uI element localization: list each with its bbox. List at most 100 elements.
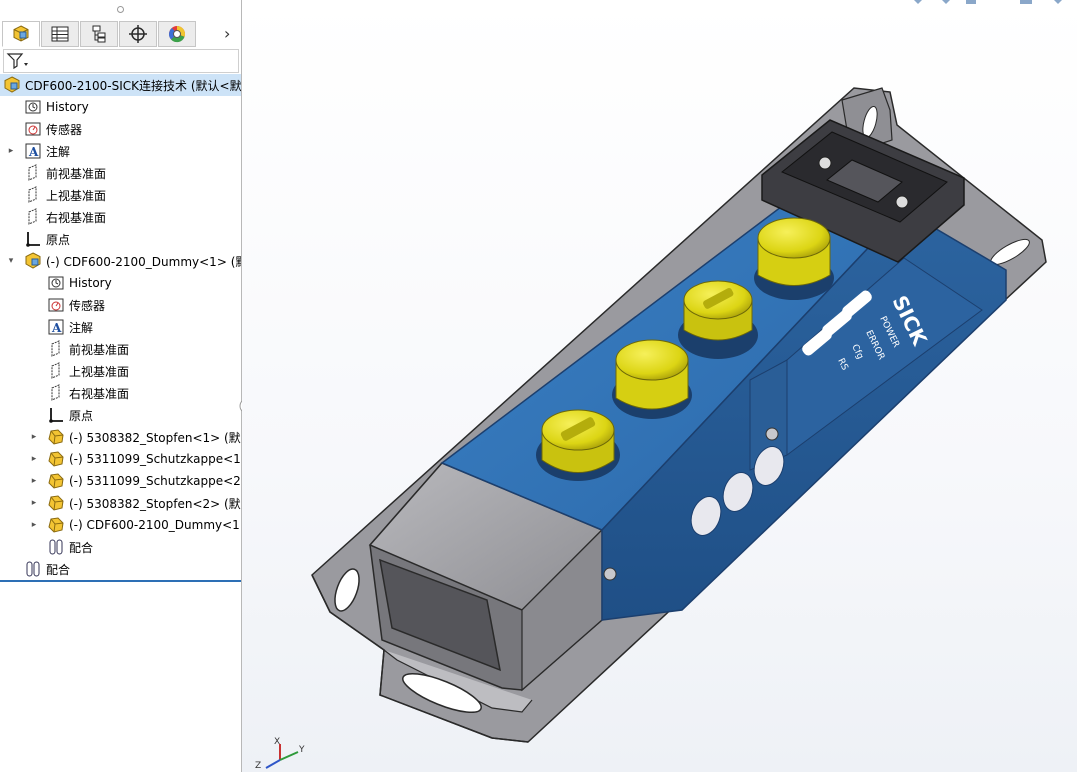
tree-item-label: (-) CDF600-2100_Dummy<1> xyxy=(69,518,241,532)
part-icon xyxy=(47,494,65,512)
annotation-icon: A xyxy=(47,318,65,336)
tree-item[interactable]: 传感器 xyxy=(0,118,241,140)
tree-item[interactable]: History xyxy=(0,272,241,294)
tree-item-label: (-) CDF600-2100_Dummy<1> (默认 xyxy=(46,254,241,269)
tree-item-label: History xyxy=(69,276,112,290)
tree-item[interactable]: ▸ A 注解 xyxy=(0,140,241,162)
tree-item[interactable]: ▸ (-) 5308382_Stopfen<1> (默认 xyxy=(0,426,241,448)
tree-item-label: (-) 5311099_Schutzkappe<2> xyxy=(69,474,241,488)
tree-item-label: 传感器 xyxy=(46,122,83,137)
mate-icon xyxy=(24,560,42,578)
filter-funnel-icon[interactable] xyxy=(6,51,30,71)
tree-item[interactable]: ▸ (-) 5308382_Stopfen<2> (默认 xyxy=(0,492,241,514)
tree-filter-bar[interactable] xyxy=(3,49,239,73)
tree-item[interactable]: 原点 xyxy=(0,228,241,250)
tree-item-label: 注解 xyxy=(46,144,71,159)
triad-x-label: X xyxy=(274,737,280,747)
part-icon xyxy=(47,516,65,534)
plane-icon xyxy=(24,186,42,204)
property-list-icon xyxy=(51,26,69,42)
tree-item-label: 原点 xyxy=(69,408,94,423)
tree-item-label: 上视基准面 xyxy=(46,188,107,203)
tree-item-label: 传感器 xyxy=(69,298,106,313)
part-icon xyxy=(47,428,65,446)
tree-item[interactable]: History xyxy=(0,96,241,118)
plane-icon xyxy=(47,362,65,380)
annotation-icon: A xyxy=(24,142,42,160)
plane-icon xyxy=(24,164,42,182)
history-icon xyxy=(47,274,65,292)
tree-root-assembly[interactable]: CDF600-2100-SICK连接技术 (默认<默 xyxy=(0,74,241,96)
display-manager-tab[interactable] xyxy=(158,21,196,47)
tree-item[interactable]: 传感器 xyxy=(0,294,241,316)
tree-item-label: 前视基准面 xyxy=(69,342,130,357)
expand-arrow-icon[interactable]: ▸ xyxy=(29,454,39,464)
expand-arrow-icon[interactable]: ▸ xyxy=(6,146,16,156)
tree-item[interactable]: ▸ (-) 5311099_Schutzkappe<1> xyxy=(0,448,241,470)
configuration-manager-tab[interactable] xyxy=(80,21,118,47)
tree-item[interactable]: ▸ (-) CDF600-2100_Dummy<1> xyxy=(0,514,241,536)
expand-arrow-icon[interactable]: ▸ xyxy=(29,432,39,442)
origin-icon xyxy=(47,406,65,424)
tree-item-label: 原点 xyxy=(46,232,71,247)
feature-manager-tab[interactable] xyxy=(2,21,40,47)
sensor-icon xyxy=(24,120,42,138)
part-icon xyxy=(47,450,65,468)
tree-item[interactable]: 上视基准面 xyxy=(0,360,241,382)
coordinate-triad: X Y Z xyxy=(255,737,305,771)
expand-arrow-icon[interactable]: ▸ xyxy=(29,476,39,486)
tree-item-label: 配合 xyxy=(46,562,71,577)
tree-item-label: 注解 xyxy=(69,320,94,335)
history-icon xyxy=(24,98,42,116)
tree-item-label: (-) 5311099_Schutzkappe<1> xyxy=(69,452,241,466)
tree-item-label: (-) 5308382_Stopfen<2> (默认 xyxy=(69,496,241,511)
crosshair-icon xyxy=(129,25,147,43)
plane-icon xyxy=(47,340,65,358)
tree-item[interactable]: 原点 xyxy=(0,404,241,426)
tree-item[interactable]: 上视基准面 xyxy=(0,184,241,206)
assembly-cube-icon xyxy=(13,25,29,42)
tree-item-label: History xyxy=(46,100,89,114)
part-icon xyxy=(47,472,65,490)
tree-item[interactable]: 右视基准面 xyxy=(0,382,241,404)
mate-icon xyxy=(47,538,65,556)
tree-item-label: CDF600-2100-SICK连接技术 (默认<默 xyxy=(25,78,241,93)
subassembly-icon xyxy=(3,76,21,94)
color-wheel-icon xyxy=(169,25,186,43)
manager-tabs: › xyxy=(0,20,241,48)
triad-y-label: Y xyxy=(298,745,305,755)
tree-item[interactable]: 配合 xyxy=(0,558,241,580)
tree-item-label: 上视基准面 xyxy=(69,364,130,379)
dimxpert-manager-tab[interactable] xyxy=(119,21,157,47)
tree-item[interactable]: A 注解 xyxy=(0,316,241,338)
tree-item[interactable]: 前视基准面 xyxy=(0,338,241,360)
tree-item-label: 配合 xyxy=(69,540,94,555)
panel-grip[interactable] xyxy=(0,0,241,18)
configuration-icon xyxy=(92,25,106,43)
cad-model-view[interactable]: POWER ERROR Cfg RS SICK X Y Z xyxy=(242,0,1077,772)
heads-up-toolbar[interactable] xyxy=(914,0,1062,4)
tree-bottom-divider xyxy=(0,580,241,582)
tree-item[interactable]: 右视基准面 xyxy=(0,206,241,228)
graphics-area[interactable]: POWER ERROR Cfg RS SICK X Y Z xyxy=(242,0,1077,772)
subassembly-icon xyxy=(24,252,42,270)
plane-icon xyxy=(47,384,65,402)
expand-arrow-icon[interactable]: ▸ xyxy=(29,498,39,508)
tree-item-label: 右视基准面 xyxy=(69,386,130,401)
collapse-arrow-icon[interactable]: ▾ xyxy=(6,256,16,266)
property-manager-tab[interactable] xyxy=(41,21,79,47)
tree-item-label: (-) 5308382_Stopfen<1> (默认 xyxy=(69,430,241,445)
tree-item[interactable]: 前视基准面 xyxy=(0,162,241,184)
tree-item[interactable]: ▸ (-) 5311099_Schutzkappe<2> xyxy=(0,470,241,492)
grip-dot[interactable] xyxy=(117,6,124,13)
tree-item[interactable]: 配合 xyxy=(0,536,241,558)
tree-item-label: 前视基准面 xyxy=(46,166,107,181)
feature-manager-panel: › CDF600-2100-SICK连接技术 (默认<默 History 传感器 ▸ A… xyxy=(0,0,242,772)
expand-arrow-icon[interactable]: ▸ xyxy=(29,520,39,530)
tree-item[interactable]: ▾ (-) CDF600-2100_Dummy<1> (默认 xyxy=(0,250,241,272)
sensor-icon xyxy=(47,296,65,314)
tabs-more-chevron[interactable]: › xyxy=(224,24,240,44)
origin-icon xyxy=(24,230,42,248)
svg-text:A: A xyxy=(28,145,39,159)
plane-icon xyxy=(24,208,42,226)
